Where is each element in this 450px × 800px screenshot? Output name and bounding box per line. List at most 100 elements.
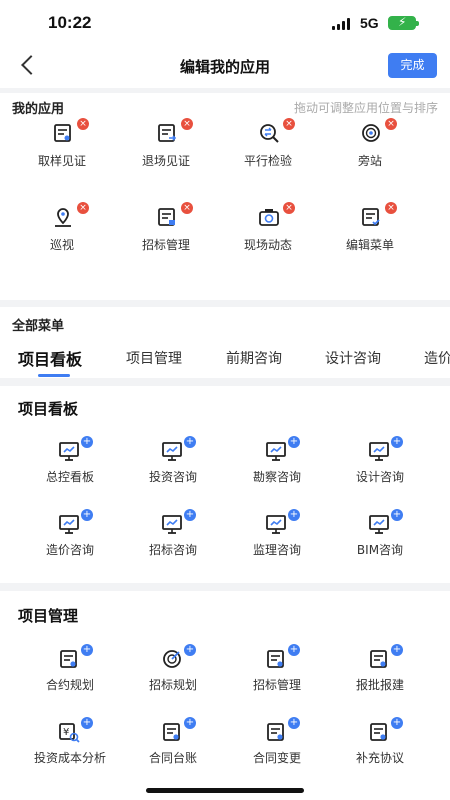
add-icon[interactable]: + (391, 717, 403, 729)
remove-icon[interactable]: × (283, 202, 295, 214)
my-app-item[interactable]: × 现场动态 (212, 202, 324, 282)
my-app-item[interactable]: × 取样见证 (6, 118, 118, 198)
done-button[interactable]: 完成 (388, 53, 437, 78)
menu-item-label: 造价咨询 (45, 543, 94, 557)
remove-icon[interactable]: × (181, 202, 193, 214)
add-icon[interactable]: + (391, 644, 403, 656)
target-icon (163, 650, 181, 668)
my-app-item[interactable]: × 编辑菜单 (314, 202, 426, 282)
my-app-item[interactable]: × 巡视 (6, 202, 118, 282)
add-icon[interactable]: + (288, 644, 300, 656)
dashboard-icon (162, 515, 182, 534)
menu-item-label: 报批报建 (355, 678, 404, 692)
add-icon[interactable]: + (81, 509, 93, 521)
cost-analysis-icon: ¥ (59, 723, 80, 743)
tab-project-management[interactable]: 项目管理 (126, 348, 182, 368)
my-app-label: 现场动态 (243, 238, 292, 252)
divider (0, 378, 450, 386)
my-app-label: 平行检验 (243, 154, 292, 168)
my-app-item[interactable]: × 招标管理 (110, 202, 222, 282)
menu-item-label: 合同变更 (252, 751, 301, 765)
remove-icon[interactable]: × (77, 202, 89, 214)
menu-item[interactable]: + 监理咨询 (225, 509, 329, 569)
menu-item[interactable]: + 招标咨询 (121, 509, 225, 569)
menu-item[interactable]: + 合同变更 (225, 717, 329, 777)
document-icon (370, 723, 387, 741)
document-icon (370, 650, 387, 668)
menu-item[interactable]: + 投资咨询 (121, 436, 225, 496)
my-app-item[interactable]: × 退场见证 (110, 118, 222, 198)
menu-item-label: 投资成本分析 (33, 751, 106, 765)
menu-item-label: 监理咨询 (252, 543, 301, 557)
sample-witness-icon (54, 124, 71, 142)
all-menu-title: 全部菜单 (12, 319, 65, 334)
menu-item-label: 合同台账 (148, 751, 197, 765)
my-apps-hint: 拖动可调整应用位置与排序 (293, 101, 438, 115)
menu-item[interactable]: + 勘察咨询 (225, 436, 329, 496)
menu-item[interactable]: + 设计咨询 (328, 436, 432, 496)
my-app-label: 取样见证 (37, 154, 86, 168)
menu-item-label: 补充协议 (355, 751, 404, 765)
supervision-icon (362, 124, 380, 142)
add-icon[interactable]: + (184, 509, 196, 521)
svg-text:¥: ¥ (63, 727, 69, 738)
menu-item[interactable]: + 报批报建 (328, 644, 432, 704)
menu-item[interactable]: + 合约规划 (18, 644, 122, 704)
menu-item[interactable]: + BIM咨询 (328, 509, 432, 569)
add-icon[interactable]: + (81, 436, 93, 448)
remove-icon[interactable]: × (77, 118, 89, 130)
menu-item-label: 招标管理 (252, 678, 301, 692)
tab-early-consulting[interactable]: 前期咨询 (226, 348, 282, 368)
add-icon[interactable]: + (391, 509, 403, 521)
menu-item[interactable]: + 招标管理 (225, 644, 329, 704)
add-icon[interactable]: + (184, 644, 196, 656)
my-app-item[interactable]: × 平行检验 (212, 118, 324, 198)
dashboard-icon (266, 442, 286, 461)
add-icon[interactable]: + (288, 436, 300, 448)
menu-item-label: 合约规划 (45, 678, 94, 692)
home-indicator (146, 788, 304, 793)
menu-item[interactable]: ¥ + 投资成本分析 (18, 717, 122, 777)
bidding-management-icon (158, 208, 175, 226)
menu-item-label: 总控看板 (45, 470, 94, 484)
nav-bar: 编辑我的应用 完成 (0, 46, 450, 88)
remove-icon[interactable]: × (283, 118, 295, 130)
add-icon[interactable]: + (288, 509, 300, 521)
exit-witness-icon (158, 124, 177, 142)
add-icon[interactable]: + (391, 436, 403, 448)
add-icon[interactable]: + (288, 717, 300, 729)
menu-item[interactable]: + 补充协议 (328, 717, 432, 777)
menu-item[interactable]: + 造价咨询 (18, 509, 122, 569)
remove-icon[interactable]: × (385, 202, 397, 214)
my-app-label: 巡视 (49, 238, 74, 252)
add-icon[interactable]: + (81, 717, 93, 729)
add-icon[interactable]: + (184, 717, 196, 729)
document-icon (163, 723, 180, 741)
dashboard-icon (59, 442, 79, 461)
my-app-item[interactable]: × 旁站 (314, 118, 426, 198)
my-app-label: 招标管理 (141, 238, 190, 252)
my-apps-header: 我的应用 拖动可调整应用位置与排序 (0, 96, 450, 117)
dashboard-icon (266, 515, 286, 534)
parallel-inspection-icon (260, 124, 279, 143)
status-bar: 10:22 5G ⚡ (0, 0, 450, 46)
menu-item-label: BIM咨询 (356, 543, 404, 557)
menu-item[interactable]: + 招标规划 (121, 644, 225, 704)
remove-icon[interactable]: × (181, 118, 193, 130)
my-app-label: 编辑菜单 (345, 238, 394, 252)
network-label: 5G (360, 15, 379, 31)
menu-item[interactable]: + 总控看板 (18, 436, 122, 496)
signal-icon (332, 18, 352, 30)
divider (0, 583, 450, 591)
tab-project-board[interactable]: 项目看板 (18, 346, 82, 370)
remove-icon[interactable]: × (385, 118, 397, 130)
my-app-label: 旁站 (357, 154, 382, 168)
add-icon[interactable]: + (81, 644, 93, 656)
menu-item[interactable]: + 合同台账 (121, 717, 225, 777)
add-icon[interactable]: + (184, 436, 196, 448)
site-camera-icon (259, 209, 279, 226)
tab-cost[interactable]: 造价 (424, 348, 450, 368)
tab-design-consulting[interactable]: 设计咨询 (325, 348, 381, 368)
edit-menu-icon (362, 208, 380, 226)
category-tabs: 项目看板 项目管理 前期咨询 设计咨询 造价 (0, 340, 450, 378)
